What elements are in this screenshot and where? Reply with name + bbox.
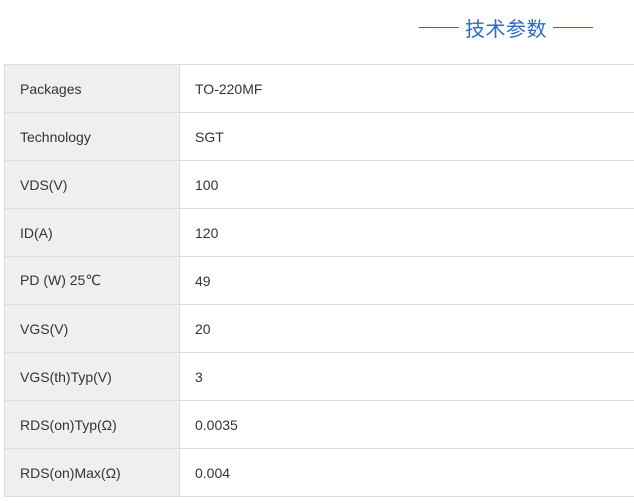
spec-value: 0.0035	[179, 400, 634, 449]
spec-value: 20	[179, 304, 634, 353]
spec-value: 3	[179, 352, 634, 401]
table-row: RDS(on)Max(Ω) 0.004	[4, 448, 634, 497]
table-row: RDS(on)Typ(Ω) 0.0035	[4, 400, 634, 449]
spec-table: Packages TO-220MF Technology SGT VDS(V) …	[4, 64, 634, 497]
table-row: Technology SGT	[4, 112, 634, 161]
table-row: Packages TO-220MF	[4, 64, 634, 113]
spec-label: VGS(V)	[4, 304, 180, 353]
spec-label: Technology	[4, 112, 180, 161]
spec-label: VGS(th)Typ(V)	[4, 352, 180, 401]
spec-label: RDS(on)Typ(Ω)	[4, 400, 180, 449]
spec-value: TO-220MF	[179, 64, 634, 113]
spec-value: 120	[179, 208, 634, 257]
table-row: VDS(V) 100	[4, 160, 634, 209]
table-row: PD (W) 25℃ 49	[4, 256, 634, 305]
spec-label: ID(A)	[4, 208, 180, 257]
table-row: VGS(V) 20	[4, 304, 634, 353]
title-right-rule	[553, 26, 593, 28]
section-title: 技术参数	[419, 12, 593, 42]
spec-label: PD (W) 25℃	[4, 256, 180, 305]
section-title-text: 技术参数	[465, 16, 547, 41]
spec-label: VDS(V)	[4, 160, 180, 209]
spec-value: 0.004	[179, 448, 634, 497]
spec-label: RDS(on)Max(Ω)	[4, 448, 180, 497]
table-row: ID(A) 120	[4, 208, 634, 257]
table-row: VGS(th)Typ(V) 3	[4, 352, 634, 401]
spec-value: SGT	[179, 112, 634, 161]
spec-value: 49	[179, 256, 634, 305]
spec-value: 100	[179, 160, 634, 209]
spec-label: Packages	[4, 64, 180, 113]
title-left-rule	[419, 26, 459, 28]
